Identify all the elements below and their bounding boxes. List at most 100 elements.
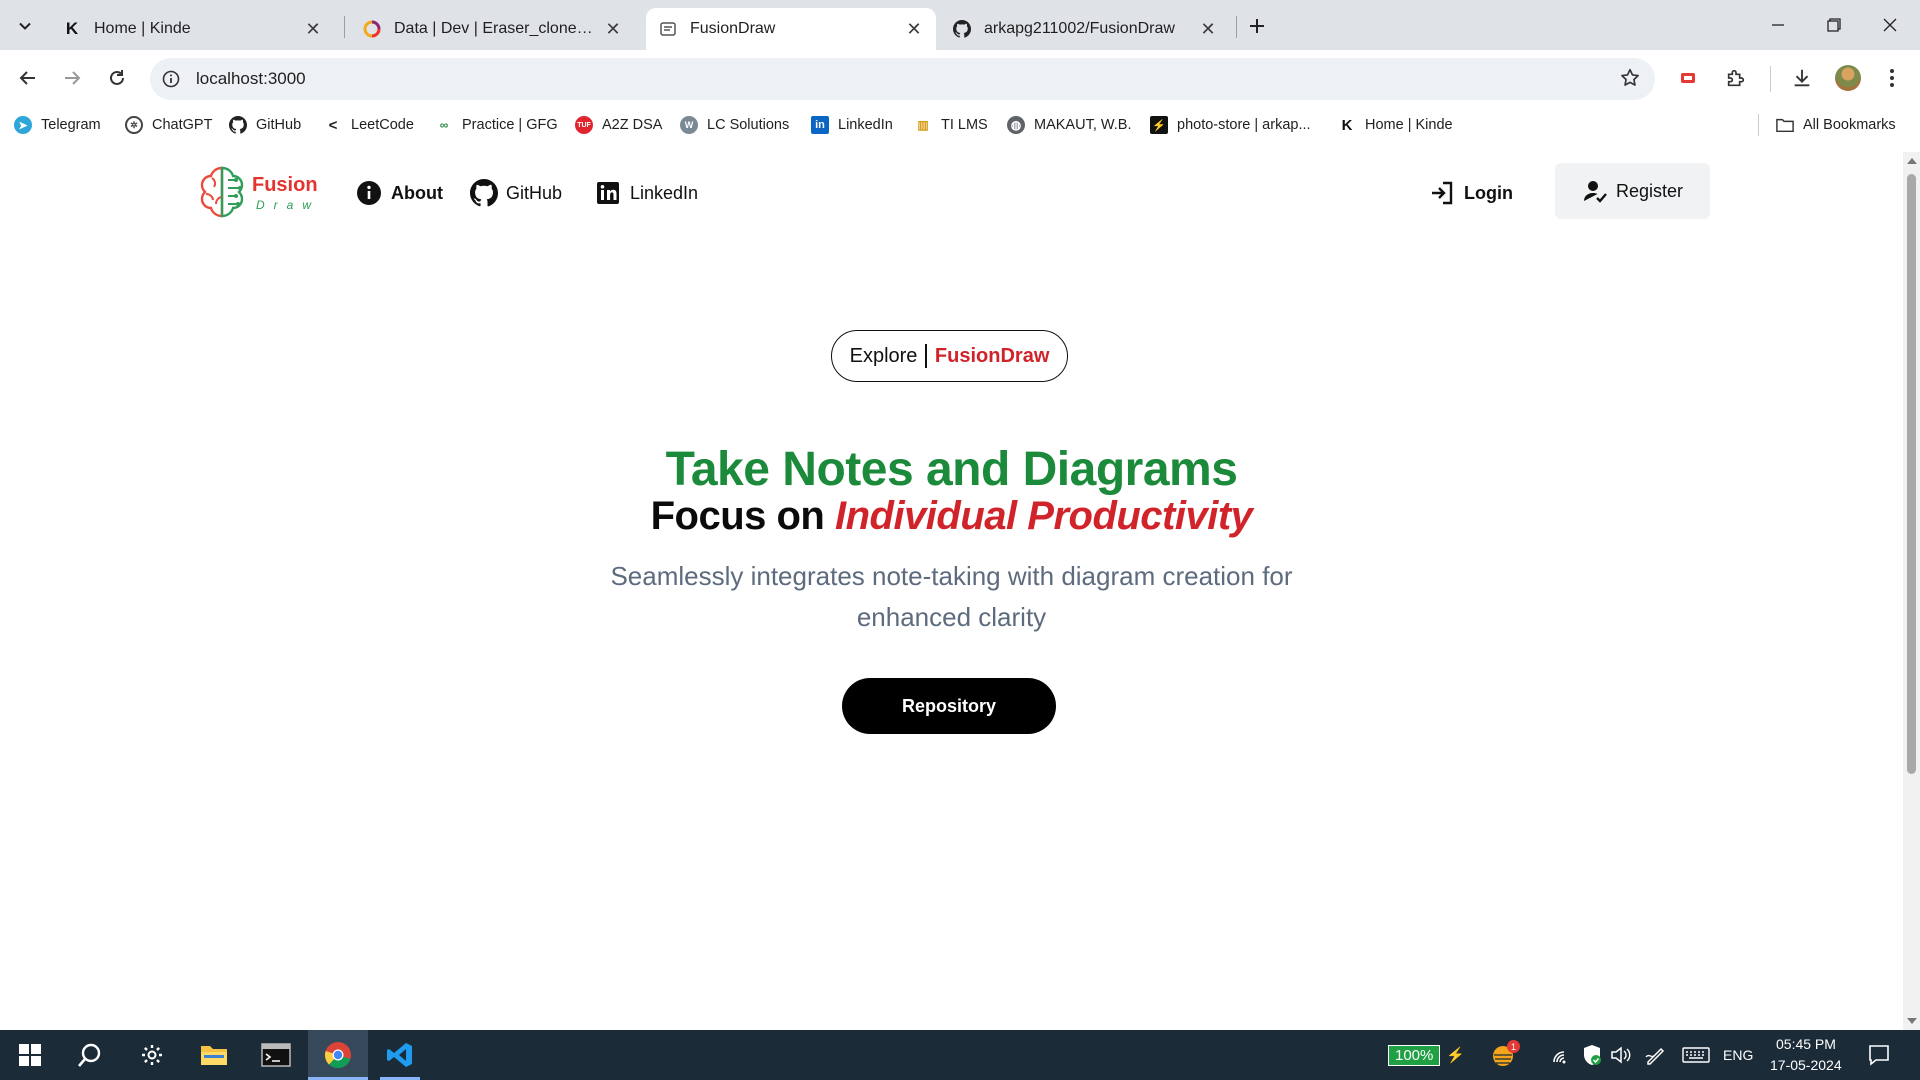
- forward-button[interactable]: [54, 60, 90, 96]
- nav-about[interactable]: About: [355, 176, 443, 210]
- url-text[interactable]: localhost:3000: [196, 69, 306, 89]
- bookmark-telegram[interactable]: ➤ Telegram: [14, 114, 101, 136]
- telegram-icon: ➤: [14, 116, 32, 134]
- restore-button[interactable]: [1814, 8, 1854, 42]
- bookmark-label: LC Solutions: [707, 117, 790, 133]
- convex-icon: [362, 19, 382, 39]
- bookmark-label: LinkedIn: [838, 117, 893, 133]
- close-icon[interactable]: ✕: [904, 19, 924, 39]
- address-bar[interactable]: localhost:3000: [150, 58, 1655, 100]
- toolbar-divider: [1770, 66, 1771, 92]
- all-bookmarks[interactable]: All Bookmarks: [1776, 114, 1896, 136]
- site-info-icon[interactable]: [150, 58, 192, 100]
- close-icon[interactable]: ✕: [603, 19, 623, 39]
- close-window-button[interactable]: [1870, 8, 1910, 42]
- bookmark-photo-store[interactable]: ⚡ photo-store | arkap...: [1150, 114, 1311, 136]
- close-icon[interactable]: ✕: [303, 19, 323, 39]
- vscode-button[interactable]: [370, 1030, 430, 1080]
- chrome-icon: [325, 1042, 351, 1069]
- extension-pdf-button[interactable]: [1670, 60, 1706, 96]
- tab-convex[interactable]: Data | Dev | Eraser_clone | Conv ✕: [350, 8, 635, 50]
- scroll-thumb[interactable]: [1907, 174, 1916, 774]
- bookmarks-bar: ➤ Telegram ✲ ChatGPT GitHub < LeetCode ∞…: [0, 108, 1920, 142]
- hero-title: Take Notes and Diagrams: [665, 443, 1238, 496]
- pen-icon[interactable]: [1645, 1045, 1667, 1070]
- info-icon: [355, 179, 383, 207]
- reload-icon: [110, 70, 124, 85]
- star-icon[interactable]: [1619, 67, 1641, 94]
- more-vert-icon: [1890, 69, 1894, 87]
- menu-button[interactable]: [1874, 60, 1910, 96]
- bookmark-github[interactable]: GitHub: [229, 114, 301, 136]
- notifications-button[interactable]: [1868, 1044, 1890, 1071]
- scroll-down-arrow[interactable]: [1907, 1018, 1917, 1024]
- bookmark-leetcode[interactable]: < LeetCode: [324, 114, 414, 136]
- tab-title: arkapg211002/FusionDraw: [984, 20, 1175, 37]
- extensions-button[interactable]: [1718, 60, 1754, 96]
- page-scrollbar[interactable]: [1903, 152, 1920, 1030]
- bookmark-label: LeetCode: [351, 117, 414, 133]
- all-bookmarks-label: All Bookmarks: [1803, 117, 1896, 133]
- bookmark-lc-solutions[interactable]: W LC Solutions: [680, 114, 789, 136]
- tab-search-button[interactable]: [10, 12, 40, 40]
- bookmark-makaut[interactable]: ◍ MAKAUT, W.B.: [1007, 114, 1132, 136]
- bookmark-kinde[interactable]: K Home | Kinde: [1338, 114, 1453, 136]
- site-logo[interactable]: Fusion Draw: [190, 160, 318, 250]
- tab-title: Data | Dev | Eraser_clone | Conv: [394, 20, 595, 37]
- new-tab-button[interactable]: [1242, 12, 1272, 40]
- volume-icon[interactable]: [1610, 1046, 1632, 1069]
- photo-store-icon: ⚡: [1150, 116, 1168, 134]
- tab-fusiondraw[interactable]: FusionDraw ✕: [646, 8, 936, 50]
- repository-button[interactable]: Repository: [842, 678, 1056, 734]
- bookmark-label: Telegram: [41, 117, 101, 133]
- search-icon: [78, 1043, 101, 1067]
- start-button[interactable]: [0, 1030, 60, 1080]
- clock-date[interactable]: 17-05-2024: [1770, 1057, 1842, 1073]
- settings-button[interactable]: [122, 1030, 182, 1080]
- tab-strip: K Home | Kinde ✕ Data | Dev | Eraser_clo…: [0, 0, 1920, 50]
- explore-pill[interactable]: Explore FusionDraw: [831, 330, 1068, 382]
- user-plus-icon: [1582, 178, 1608, 204]
- profile-button[interactable]: [1830, 60, 1866, 96]
- bookmark-chatgpt[interactable]: ✲ ChatGPT: [125, 114, 212, 136]
- bookmark-a2z-dsa[interactable]: TUF A2Z DSA: [575, 114, 662, 136]
- kinde-k-icon: K: [1341, 116, 1353, 134]
- bookmark-gfg[interactable]: ∞ Practice | GFG: [435, 114, 558, 136]
- restore-icon: [1827, 18, 1841, 32]
- nav-linkedin[interactable]: LinkedIn: [594, 176, 698, 210]
- back-button[interactable]: [10, 60, 46, 96]
- downloads-button[interactable]: [1784, 60, 1820, 96]
- bookmark-linkedin[interactable]: in LinkedIn: [811, 114, 893, 136]
- register-label: Register: [1615, 180, 1684, 201]
- tab-github-repo[interactable]: arkapg211002/FusionDraw ✕: [940, 8, 1230, 50]
- bookmarks-divider: [1758, 114, 1759, 136]
- folder-icon: [1776, 116, 1794, 134]
- battery-level: 100%: [1388, 1044, 1441, 1066]
- tab-title: Home | Kinde: [94, 20, 191, 37]
- bookmark-label: photo-store | arkap...: [1177, 117, 1311, 133]
- chrome-button[interactable]: [308, 1030, 368, 1080]
- security-shield-icon[interactable]: [1582, 1044, 1602, 1071]
- scroll-up-arrow[interactable]: [1907, 158, 1917, 164]
- keyboard-icon[interactable]: [1682, 1047, 1710, 1068]
- nav-github[interactable]: GitHub: [470, 176, 562, 210]
- register-button[interactable]: Register: [1555, 163, 1710, 219]
- weather-app-icon[interactable]: 1: [1490, 1040, 1520, 1070]
- minimize-button[interactable]: [1758, 8, 1798, 42]
- search-button[interactable]: [60, 1030, 120, 1080]
- bookmark-ti-lms[interactable]: ▥ TI LMS: [914, 114, 987, 136]
- explore-brand: FusionDraw: [934, 344, 1050, 367]
- nav-github-label: GitHub: [506, 182, 563, 203]
- terminal-button[interactable]: [246, 1030, 306, 1080]
- battery-indicator[interactable]: 100% ⚡: [1388, 1044, 1465, 1066]
- file-explorer-button[interactable]: [184, 1030, 244, 1080]
- tab-kinde[interactable]: K Home | Kinde ✕: [50, 8, 335, 50]
- clock-time[interactable]: 05:45 PM: [1776, 1036, 1836, 1052]
- login-button[interactable]: Login: [1428, 176, 1513, 210]
- wifi-icon[interactable]: [1552, 1046, 1572, 1069]
- bookmark-label: ChatGPT: [152, 117, 213, 133]
- close-icon[interactable]: ✕: [1198, 19, 1218, 39]
- input-language[interactable]: ENG: [1723, 1047, 1753, 1063]
- fusiondraw-icon: [658, 19, 678, 39]
- reload-button[interactable]: [99, 60, 135, 96]
